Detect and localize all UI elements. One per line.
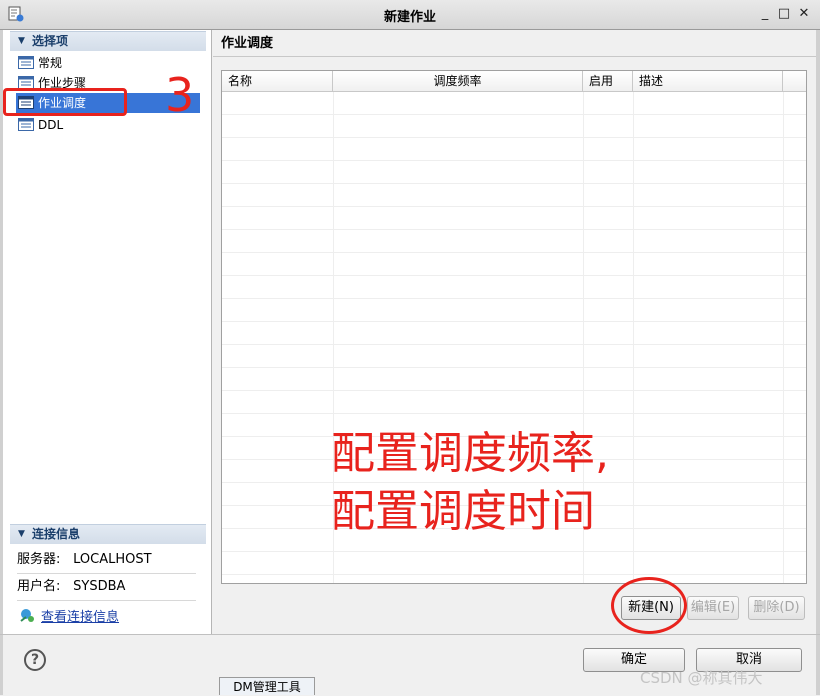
table-row[interactable] (222, 138, 806, 161)
divider (17, 600, 196, 601)
table-row[interactable] (222, 92, 806, 115)
watermark: CSDN @称其伟大 (640, 669, 763, 687)
connection-section-header[interactable]: ▼ 连接信息 (10, 524, 206, 544)
table-row[interactable] (222, 230, 806, 253)
column-divider (783, 92, 784, 583)
table-icon (18, 118, 34, 131)
close-icon[interactable]: ✕ (796, 6, 812, 22)
table-row[interactable] (222, 345, 806, 368)
collapse-triangle-icon[interactable]: ▼ (18, 32, 25, 51)
window-right-edge (816, 30, 820, 695)
annotation-number: 3 (165, 68, 195, 122)
column-header-name[interactable]: 名称 (222, 71, 333, 92)
sidebar-section-header[interactable]: ▼ 选择项 (10, 31, 206, 51)
window-titlebar: 新建作业 _ □ ✕ (0, 0, 820, 30)
help-icon[interactable]: ? (24, 649, 46, 671)
annotation-text-line-1: 配置调度频率, (331, 428, 609, 479)
column-header-frequency[interactable]: 调度频率 (333, 71, 583, 92)
window-title: 新建作业 (383, 10, 436, 25)
server-row: 服务器: LOCALHOST (17, 547, 197, 573)
annotation-text-line-2: 配置调度时间 (331, 486, 595, 537)
connection-info-icon (20, 609, 34, 622)
taskbar-tab-dm-tool[interactable]: DM管理工具 (219, 677, 315, 695)
table-row[interactable] (222, 115, 806, 138)
column-header-description[interactable]: 描述 (633, 71, 783, 92)
table-row[interactable] (222, 184, 806, 207)
view-connection-info-link[interactable]: 查看连接信息 (19, 606, 119, 625)
annotation-circle (611, 577, 687, 634)
sidebar-section-title: 选择项 (32, 34, 69, 48)
divider (213, 56, 816, 57)
sidebar-item-label: DDL (38, 118, 64, 132)
delete-schedule-button[interactable]: 删除(D) (748, 596, 805, 620)
connection-section-title: 连接信息 (32, 527, 81, 541)
table-row[interactable] (222, 552, 806, 575)
column-divider (633, 92, 634, 583)
table-header: 名称 调度频率 启用 描述 (222, 71, 806, 92)
server-label: 服务器: (17, 552, 61, 567)
collapse-triangle-icon[interactable]: ▼ (18, 525, 25, 544)
annotation-highlight-box (3, 88, 127, 116)
divider (0, 634, 820, 635)
view-connection-info-label: 查看连接信息 (41, 610, 120, 625)
table-row[interactable] (222, 161, 806, 184)
minimize-icon[interactable]: _ (757, 6, 773, 22)
edit-schedule-button[interactable]: 编辑(E) (687, 596, 739, 620)
table-row[interactable] (222, 368, 806, 391)
table-icon (18, 56, 34, 69)
sidebar-item-label: 常规 (38, 56, 63, 70)
table-row[interactable] (222, 207, 806, 230)
maximize-icon[interactable]: □ (776, 6, 792, 22)
page-title: 作业调度 (221, 36, 274, 51)
user-row: 用户名: SYSDBA (17, 574, 197, 600)
server-value: LOCALHOST (73, 552, 152, 567)
table-row[interactable] (222, 322, 806, 345)
table-row[interactable] (222, 253, 806, 276)
table-row[interactable] (222, 391, 806, 414)
column-header-enabled[interactable]: 启用 (583, 71, 633, 92)
user-label: 用户名: (17, 579, 61, 594)
table-row[interactable] (222, 276, 806, 299)
user-value: SYSDBA (73, 579, 126, 594)
main-panel: 作业调度 名称 调度频率 启用 描述 新建(N) 编辑(E) 删除(D) (213, 30, 816, 634)
table-row[interactable] (222, 299, 806, 322)
